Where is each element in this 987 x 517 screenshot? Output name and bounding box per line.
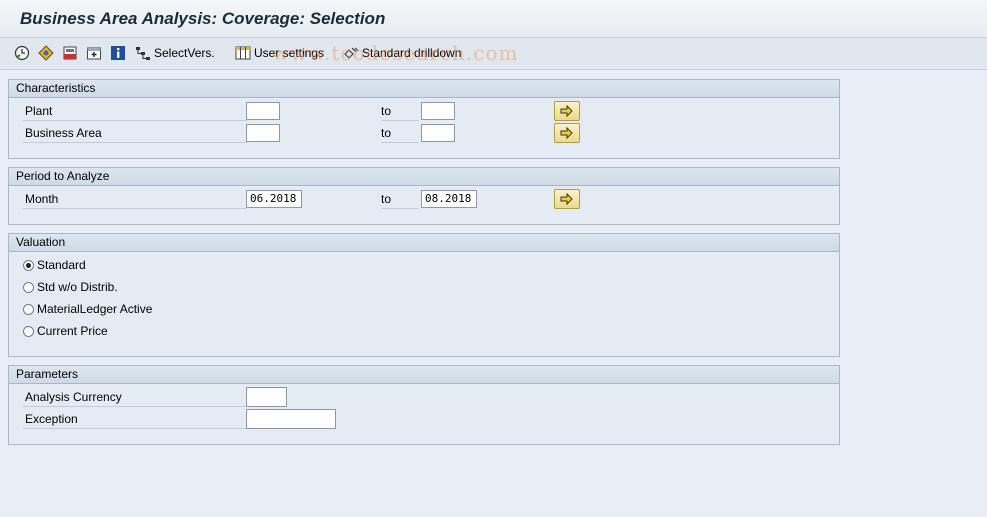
user-settings-label: User settings xyxy=(254,46,325,60)
valuation-option-std-wo-distrib[interactable]: Std w/o Distrib. xyxy=(23,278,118,296)
exception-label: Exception xyxy=(23,410,247,429)
arrow-right-icon xyxy=(560,192,573,206)
valuation-option-label: Standard xyxy=(37,258,86,272)
valuation-group: Valuation Standard Std w/o Distrib. Mate… xyxy=(8,233,840,357)
plant-from-input[interactable] xyxy=(246,102,280,120)
hierarchy-icon xyxy=(135,45,151,61)
analysis-currency-label: Analysis Currency xyxy=(23,388,247,407)
get-variant-icon xyxy=(86,45,102,61)
business-area-label: Business Area xyxy=(23,124,247,143)
page-title: Business Area Analysis: Coverage: Select… xyxy=(20,9,386,28)
standard-drilldown-label: Standard drilldown xyxy=(362,46,462,60)
info-button[interactable] xyxy=(110,44,126,62)
get-variant-button[interactable] xyxy=(86,44,102,62)
save-variant-button[interactable] xyxy=(62,44,78,62)
exception-input[interactable] xyxy=(246,409,336,429)
characteristics-group: Characteristics Plant to Business Area t… xyxy=(8,79,840,159)
plant-multiple-selection-button[interactable] xyxy=(554,101,580,121)
plant-to-input[interactable] xyxy=(421,102,455,120)
month-label: Month xyxy=(23,190,247,209)
radio-unselected-icon[interactable] xyxy=(23,325,34,337)
valuation-option-label: Std w/o Distrib. xyxy=(37,280,118,294)
business-area-multiple-selection-button[interactable] xyxy=(554,123,580,143)
title-bar: Business Area Analysis: Coverage: Select… xyxy=(0,0,987,38)
valuation-header: Valuation xyxy=(9,234,839,252)
radio-selected-icon[interactable] xyxy=(23,259,34,271)
valuation-option-standard[interactable]: Standard xyxy=(23,256,86,274)
standard-drilldown-button[interactable]: Standard drilldown xyxy=(343,44,461,62)
radio-unselected-icon[interactable] xyxy=(23,303,34,315)
execute-clock-icon xyxy=(14,45,30,61)
arrow-right-icon xyxy=(560,126,573,140)
parameters-header: Parameters xyxy=(9,366,839,384)
plant-label: Plant xyxy=(23,102,247,121)
valuation-option-label: MaterialLedger Active xyxy=(37,302,153,316)
period-group: Period to Analyze Month 06.2018 to 08.20… xyxy=(8,167,840,225)
select-versions-label: SelectVers. xyxy=(154,46,215,60)
info-icon xyxy=(110,45,126,61)
drilldown-icon xyxy=(343,45,359,61)
business-area-from-input[interactable] xyxy=(246,124,280,142)
valuation-option-label: Current Price xyxy=(37,324,108,338)
execute-variant-button[interactable] xyxy=(38,44,54,62)
month-from-input[interactable]: 06.2018 xyxy=(246,190,302,208)
valuation-option-current-price[interactable]: Current Price xyxy=(23,322,108,340)
parameters-group: Parameters Analysis Currency Exception xyxy=(8,365,840,445)
application-toolbar: SelectVers. User settings Standard drill… xyxy=(0,38,987,70)
plant-to-label: to xyxy=(381,102,419,121)
period-header: Period to Analyze xyxy=(9,168,839,186)
arrow-right-icon xyxy=(560,104,573,118)
save-variant-icon xyxy=(62,45,78,61)
analysis-currency-input[interactable] xyxy=(246,387,287,407)
radio-unselected-icon[interactable] xyxy=(23,281,34,293)
valuation-option-material-ledger-active[interactable]: MaterialLedger Active xyxy=(23,300,152,318)
variant-diamond-icon xyxy=(38,45,54,61)
business-area-to-input[interactable] xyxy=(421,124,455,142)
table-settings-icon xyxy=(235,45,251,61)
month-to-label: to xyxy=(381,190,419,209)
month-to-input[interactable]: 08.2018 xyxy=(421,190,477,208)
characteristics-header: Characteristics xyxy=(9,80,839,98)
execute-button[interactable] xyxy=(14,44,30,62)
select-versions-button[interactable]: SelectVers. xyxy=(135,44,215,62)
business-area-to-label: to xyxy=(381,124,419,143)
selection-screen: Characteristics Plant to Business Area t… xyxy=(2,70,987,517)
user-settings-button[interactable]: User settings xyxy=(235,44,324,62)
month-multiple-selection-button[interactable] xyxy=(554,189,580,209)
